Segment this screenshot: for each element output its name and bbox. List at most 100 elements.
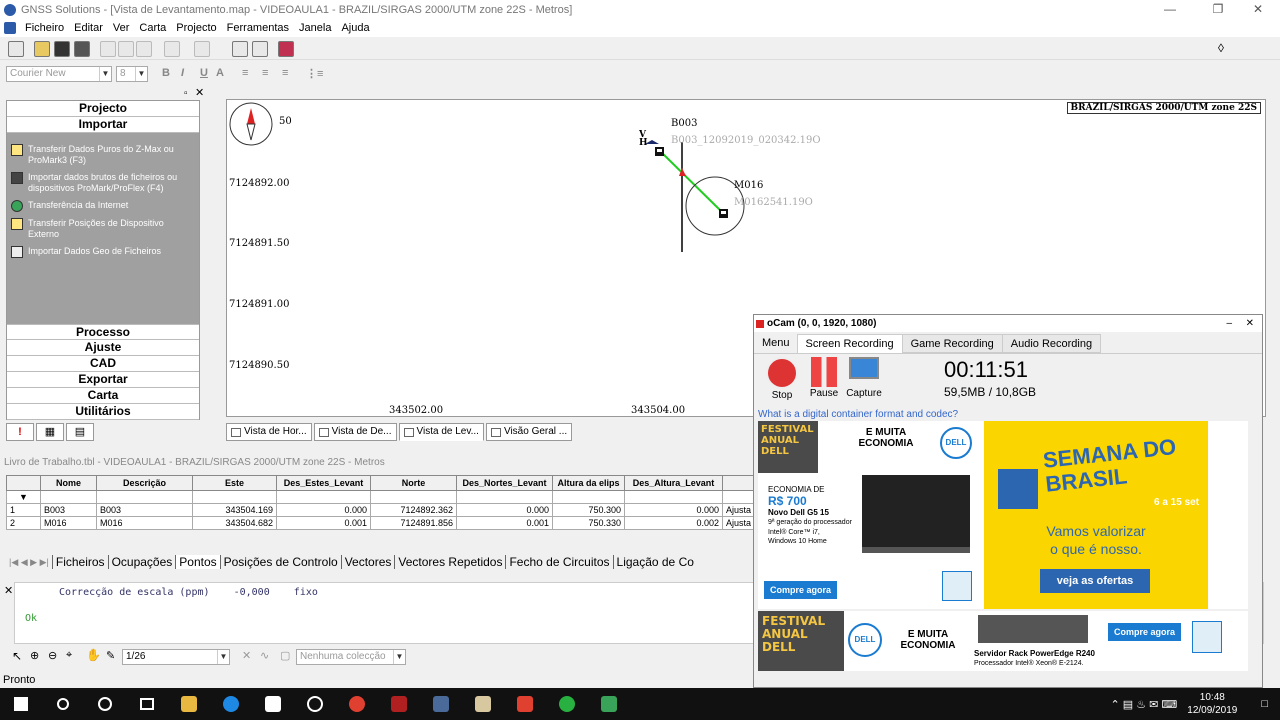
menu-ver[interactable]: Ver — [108, 22, 135, 34]
line-icon[interactable]: ∿ — [260, 649, 269, 662]
ad-link[interactable]: What is a digital container format and c… — [758, 409, 958, 420]
menu-ajuda[interactable]: Ajuda — [336, 22, 374, 34]
copy-icon[interactable] — [118, 41, 134, 57]
table-cell[interactable]: 0.000 — [456, 503, 553, 517]
bb-cta-button[interactable]: veja as ofertas — [1040, 569, 1150, 593]
panel-pin-icon[interactable]: ▫ — [184, 88, 188, 99]
ocam-pause-button[interactable]: Pause — [806, 357, 842, 399]
pointer-icon[interactable]: ↖ — [12, 649, 22, 663]
tab-ocupacoes[interactable]: Ocupações — [107, 555, 176, 569]
table-cell[interactable]: B003 — [96, 503, 193, 517]
col-extra[interactable] — [722, 475, 756, 491]
menu-ficheiro[interactable]: Ficheiro — [20, 22, 69, 34]
menu-janela[interactable]: Janela — [294, 22, 336, 34]
ad-cta-button[interactable]: Compre agora — [1108, 623, 1182, 641]
taskbar-video-editor[interactable] — [252, 688, 294, 720]
table-cell[interactable]: Ajusta — [722, 516, 756, 530]
table-cell[interactable]: 7124891.856 — [370, 516, 457, 530]
tab-ficheiros[interactable]: Ficheiros — [51, 555, 108, 569]
search-button[interactable] — [42, 688, 84, 720]
section-ajuste[interactable]: Ajuste — [7, 340, 199, 356]
delete-icon[interactable]: ✕ — [242, 649, 251, 662]
measure-icon[interactable]: ✎ — [106, 649, 115, 662]
dell-server-ad-banner[interactable]: FESTIVAL ANUAL DELL DELL E MUITA ECONOMI… — [758, 611, 1248, 671]
col-descricao[interactable]: Descrição — [96, 475, 193, 491]
package-icon[interactable] — [278, 41, 294, 57]
panel-close-icon[interactable]: ✕ — [195, 86, 204, 99]
filter-cell[interactable] — [456, 490, 553, 504]
new-file-icon[interactable] — [8, 41, 24, 57]
tray-icons[interactable]: ⌃ ▤ ♨ ✉ ⌨ — [1110, 698, 1177, 711]
ocam-stop-button[interactable]: Stop — [764, 357, 800, 401]
text-color-icon[interactable]: A — [216, 67, 224, 79]
align-left-icon[interactable]: ≡ — [242, 67, 248, 79]
col-nome[interactable]: Nome — [40, 475, 97, 491]
zoom-in-icon[interactable]: ⊕ — [30, 649, 39, 662]
table-cell[interactable]: 2 — [6, 516, 41, 530]
menu-carta[interactable]: Carta — [134, 22, 171, 34]
section-importar[interactable]: Importar — [7, 117, 199, 133]
menu-projecto[interactable]: Projecto — [171, 22, 221, 34]
undo-icon[interactable] — [164, 41, 180, 57]
taskbar-ocam[interactable] — [504, 688, 546, 720]
menu-editar[interactable]: Editar — [69, 22, 108, 34]
section-processo[interactable]: Processo — [7, 324, 199, 340]
list-icon[interactable]: ⋮≡ — [306, 67, 323, 80]
filter-cell[interactable] — [192, 490, 277, 504]
table-cell[interactable]: M016 — [96, 516, 193, 530]
minimize-button[interactable]: — — [1150, 0, 1190, 19]
ocam-tab-screen-recording[interactable]: Screen Recording — [796, 334, 903, 353]
underline-button[interactable]: U — [200, 67, 208, 79]
tab-survey-view[interactable]: Vista de Lev... — [398, 423, 484, 441]
section-cad[interactable]: CAD — [7, 356, 199, 372]
collection-icon[interactable]: ▢ — [280, 649, 290, 662]
paste-icon[interactable] — [136, 41, 152, 57]
tab-pontos[interactable]: Pontos — [175, 555, 220, 569]
zoom-out-icon[interactable]: ⊖ — [48, 649, 57, 662]
section-utilitarios[interactable]: Utilitários — [7, 404, 199, 420]
tab-detail-view[interactable]: Vista de De... — [313, 423, 397, 441]
ocam-minimize-button[interactable]: – — [1226, 318, 1232, 329]
align-right-icon[interactable]: ≡ — [282, 67, 288, 79]
point-label-b003[interactable]: B003 — [671, 118, 697, 129]
table-cell[interactable]: 0.001 — [276, 516, 371, 530]
filter-cell[interactable] — [96, 490, 193, 504]
taskbar-app[interactable] — [420, 688, 462, 720]
filter-cell[interactable] — [552, 490, 625, 504]
close-button[interactable]: ✕ — [1238, 0, 1278, 19]
notifications-icon[interactable]: □ — [1261, 698, 1268, 710]
tab-vectores[interactable]: Vectores — [340, 555, 395, 569]
task-view-button[interactable] — [126, 688, 168, 720]
col-des-altura[interactable]: Des_Altura_Levant — [624, 475, 723, 491]
console-close-icon[interactable]: ✕ — [4, 584, 13, 597]
taskbar-camera[interactable] — [294, 688, 336, 720]
tab-scroll-arrows-icon[interactable]: |◀ ◀ ▶ ▶| — [6, 557, 52, 568]
ad-cta-button[interactable]: Compre agora — [764, 581, 838, 599]
filter-cell[interactable] — [370, 490, 457, 504]
ocam-tab-game-recording[interactable]: Game Recording — [901, 334, 1003, 353]
cortana-button[interactable] — [84, 688, 126, 720]
taskbar-edge[interactable] — [210, 688, 252, 720]
col-des-estes[interactable]: Des_Estes_Levant — [276, 475, 371, 491]
menu-ferramentas[interactable]: Ferramentas — [222, 22, 294, 34]
save-all-icon[interactable] — [74, 41, 90, 57]
filter-icon[interactable]: ▼ — [6, 490, 41, 504]
section-carta[interactable]: Carta — [7, 388, 199, 404]
col-norte[interactable]: Norte — [370, 475, 457, 491]
table-cell[interactable]: M016 — [40, 516, 97, 530]
taskbar-explorer[interactable] — [168, 688, 210, 720]
point-label-m016[interactable]: M016 — [734, 180, 763, 191]
tab-posicoes-controlo[interactable]: Posições de Controlo — [219, 555, 341, 569]
clock[interactable]: 10:48 12/09/2019 — [1187, 691, 1237, 717]
collection-select[interactable]: Nenhuma colecção ▼ — [296, 649, 406, 665]
taskbar-tool[interactable] — [462, 688, 504, 720]
tab-fecho-circuitos[interactable]: Fecho de Circuitos — [505, 555, 612, 569]
action-transfer-positions[interactable]: Transferir Posições de Dispositivo Exter… — [7, 215, 199, 243]
table-cell[interactable]: 0.000 — [276, 503, 371, 517]
ocam-tab-audio-recording[interactable]: Audio Recording — [1001, 334, 1102, 353]
project-tab-icon[interactable]: ▦ — [36, 423, 64, 441]
zoom-window-icon[interactable]: ⌖ — [66, 649, 72, 662]
tab-overview[interactable]: Visão Geral ... — [485, 423, 573, 441]
filter-cell[interactable] — [624, 490, 723, 504]
ocam-close-button[interactable]: ✕ — [1246, 318, 1254, 329]
